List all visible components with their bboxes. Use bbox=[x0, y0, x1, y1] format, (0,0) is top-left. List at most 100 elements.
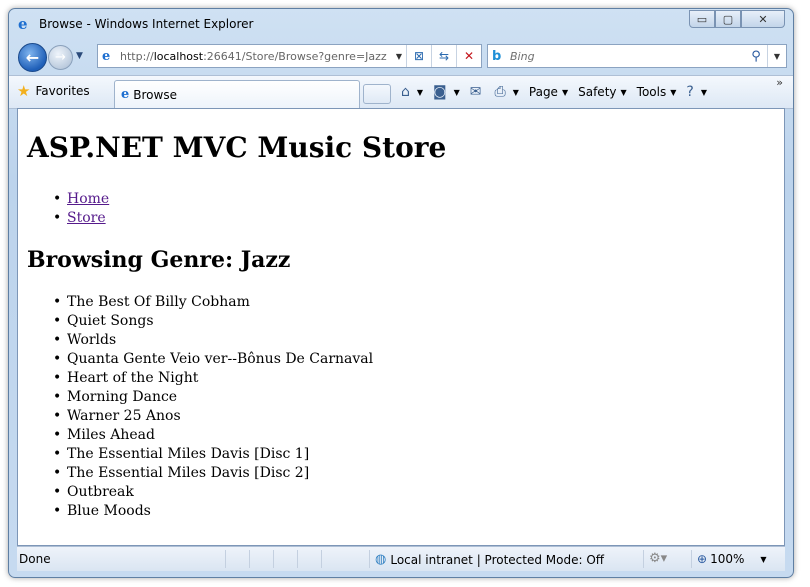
read-mail-button[interactable]: ✉ bbox=[470, 84, 485, 100]
close-icon: ✕ bbox=[758, 12, 768, 26]
zoom-label: 100% bbox=[710, 552, 745, 566]
home-icon: ⌂ bbox=[401, 84, 410, 100]
title-bar: e Browse - Windows Internet Explorer ▭ ▢… bbox=[9, 9, 793, 39]
safety-menu-label: Safety bbox=[578, 85, 617, 99]
browser-window: e Browse - Windows Internet Explorer ▭ ▢… bbox=[8, 8, 794, 578]
tools-menu[interactable]: Tools ▼ bbox=[637, 85, 677, 99]
chevron-down-icon: ▼ bbox=[620, 87, 627, 97]
list-item: Morning Dance bbox=[53, 388, 373, 407]
site-title: ASP.NET MVC Music Store bbox=[27, 131, 447, 164]
maximize-icon: ▢ bbox=[722, 12, 734, 26]
feeds-dropdown[interactable]: ▼ bbox=[454, 88, 460, 97]
status-bar: Done ◍ Local intranet | Protected Mode: … bbox=[17, 546, 785, 571]
stop-button[interactable]: ✕ bbox=[456, 45, 481, 67]
security-zone[interactable]: ◍ Local intranet | Protected Mode: Off bbox=[375, 552, 604, 567]
tab-favicon-icon: e bbox=[121, 87, 130, 102]
help-icon: ? bbox=[686, 84, 694, 100]
page-menu-label: Page bbox=[528, 85, 558, 99]
chevron-down-icon: ▼ bbox=[561, 87, 569, 97]
compatibility-view-button[interactable]: ⊠ bbox=[406, 45, 431, 67]
search-box[interactable]: b Bing ⚲ ▼ bbox=[487, 44, 787, 68]
zoom-level-button[interactable]: ⊕ 100% ▼ bbox=[697, 552, 767, 566]
status-divider bbox=[321, 550, 322, 568]
minimize-button[interactable]: ▭ bbox=[689, 10, 715, 28]
address-bar[interactable]: e http://localhost:26641/Store/Browse?ge… bbox=[97, 44, 482, 68]
mail-icon: ✉ bbox=[469, 84, 482, 100]
nav-link-store[interactable]: Store bbox=[67, 210, 106, 226]
list-item: The Essential Miles Davis [Disc 2] bbox=[53, 464, 373, 483]
status-divider bbox=[643, 550, 644, 568]
list-item: Quanta Gente Veio ver--Bônus De Carnaval bbox=[53, 350, 373, 369]
status-divider bbox=[249, 550, 250, 568]
caption-buttons: ▭ ▢ ✕ bbox=[689, 10, 785, 28]
back-button[interactable]: ← bbox=[18, 43, 47, 72]
feeds-button[interactable]: ◙ ▼ bbox=[433, 84, 460, 100]
page-menu[interactable]: Page ▼ bbox=[529, 85, 568, 99]
help-menu[interactable]: ? ▼ bbox=[686, 84, 707, 100]
list-item: Warner 25 Anos bbox=[53, 407, 373, 426]
star-icon: ★ bbox=[17, 82, 31, 100]
recent-pages-dropdown[interactable]: ▼ bbox=[76, 51, 83, 61]
printer-icon: ⎙ bbox=[494, 84, 506, 100]
back-arrow-icon: ← bbox=[25, 48, 40, 67]
home-dropdown[interactable]: ▼ bbox=[417, 88, 423, 97]
new-tab-button[interactable] bbox=[363, 84, 391, 104]
command-bar: ⌂ ▼ ◙ ▼ ✉ ⎙ ▼ Page ▼ Safety ▼ Tools ▼ ? ▼ bbox=[401, 81, 717, 103]
address-url[interactable]: http://localhost:26641/Store/Browse?genr… bbox=[120, 50, 392, 63]
tab-browse[interactable]: e Browse bbox=[114, 80, 360, 108]
zone-label: Local intranet | Protected Mode: Off bbox=[390, 552, 605, 567]
minimize-icon: ▭ bbox=[696, 12, 708, 26]
list-item: Outbreak bbox=[53, 483, 373, 502]
list-item: Miles Ahead bbox=[53, 426, 373, 445]
protected-mode-icon[interactable]: ⚙▾ bbox=[649, 551, 667, 566]
safety-menu[interactable]: Safety ▼ bbox=[578, 85, 627, 99]
print-dropdown[interactable]: ▼ bbox=[513, 88, 519, 97]
list-item: Heart of the Night bbox=[53, 369, 373, 388]
home-button[interactable]: ⌂ ▼ bbox=[401, 84, 423, 100]
chevron-down-icon: ▼ bbox=[670, 87, 677, 97]
print-button[interactable]: ⎙ ▼ bbox=[495, 84, 519, 100]
forward-arrow-icon: → bbox=[55, 50, 66, 65]
zoom-dropdown-icon[interactable]: ▼ bbox=[760, 555, 766, 564]
favorites-command-row: ★ Favorites e Browse ⌂ ▼ ◙ ▼ ✉ ⎙ ▼ Page ▼ Sa… bbox=[9, 75, 793, 109]
list-item: Quiet Songs bbox=[53, 312, 373, 331]
status-divider bbox=[369, 550, 370, 568]
page-content: ASP.NET MVC Music Store Home Store Brows… bbox=[17, 108, 785, 546]
nav-link-home[interactable]: Home bbox=[67, 191, 109, 207]
search-button[interactable]: ⚲ bbox=[745, 49, 767, 64]
status-divider bbox=[297, 550, 298, 568]
compatibility-icon: ⊠ bbox=[413, 49, 425, 63]
bing-logo-icon: b bbox=[492, 48, 502, 64]
window-title: Browse - Windows Internet Explorer bbox=[39, 17, 254, 31]
refresh-button[interactable]: ⇆ bbox=[431, 45, 456, 67]
maximize-button[interactable]: ▢ bbox=[715, 10, 741, 28]
chevron-down-icon: ▼ bbox=[700, 87, 707, 97]
status-divider bbox=[273, 550, 274, 568]
favorites-button[interactable]: ★ Favorites bbox=[17, 81, 90, 101]
close-button[interactable]: ✕ bbox=[741, 10, 785, 28]
more-commands-chevron-icon[interactable]: » bbox=[776, 76, 783, 89]
address-dropdown[interactable]: ▼ bbox=[392, 52, 406, 61]
nav-item-home: Home bbox=[53, 190, 109, 209]
status-divider bbox=[225, 550, 226, 568]
favorites-label: Favorites bbox=[35, 84, 90, 98]
rss-icon: ◙ bbox=[433, 84, 447, 100]
ie-logo-icon: e bbox=[18, 15, 28, 33]
search-options-dropdown[interactable]: ▼ bbox=[767, 45, 786, 67]
list-item: Worlds bbox=[53, 331, 373, 350]
zoom-icon: ⊕ bbox=[697, 552, 708, 566]
tab-label: Browse bbox=[133, 87, 177, 102]
refresh-icon: ⇆ bbox=[438, 49, 450, 63]
navigation-row: ← → ▼ e http://localhost:26641/Store/Bro… bbox=[9, 40, 793, 74]
page-favicon-icon: e bbox=[102, 48, 111, 64]
album-list: The Best Of Billy Cobham Quiet Songs Wor… bbox=[53, 293, 373, 521]
search-input[interactable]: Bing bbox=[510, 50, 745, 63]
nav-item-store: Store bbox=[53, 209, 109, 228]
intranet-globe-icon: ◍ bbox=[375, 552, 387, 567]
search-icon: ⚲ bbox=[751, 48, 761, 64]
forward-button[interactable]: → bbox=[48, 45, 73, 70]
tools-menu-label: Tools bbox=[636, 85, 667, 99]
status-text: Done bbox=[19, 552, 51, 566]
genre-heading: Browsing Genre: Jazz bbox=[27, 247, 291, 273]
site-nav: Home Store bbox=[53, 190, 109, 228]
